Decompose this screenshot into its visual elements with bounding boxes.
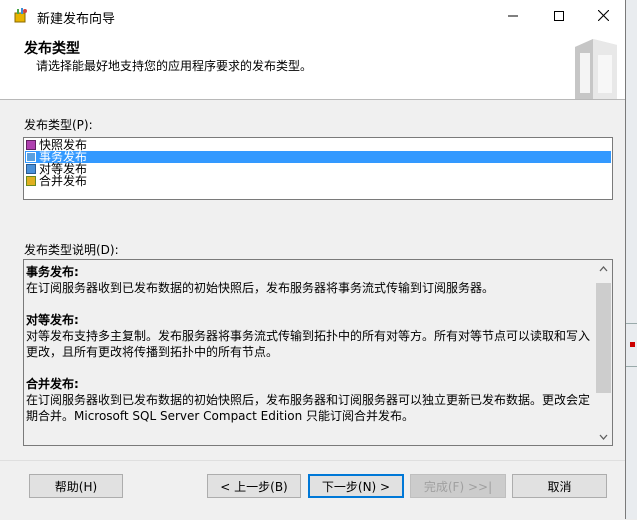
background-divider — [626, 366, 637, 367]
list-item[interactable]: 对等发布 — [25, 163, 611, 175]
publication-type-list[interactable]: 快照发布 事务发布 对等发布 合并发布 — [23, 137, 613, 200]
description-label: 发布类型说明(D): — [24, 243, 119, 257]
finish-button[interactable]: 完成(F) >>| — [410, 474, 506, 498]
peer-to-peer-publication-icon — [26, 164, 36, 174]
new-publication-wizard-window: 新建发布向导 发布类型 请选择能最好地支持您的应用程序要求的发布类型。 发布类型… — [0, 0, 626, 520]
wizard-header: 发布类型 请选择能最好地支持您的应用程序要求的发布类型。 — [0, 31, 625, 100]
maximize-button[interactable] — [536, 0, 582, 31]
help-button[interactable]: 帮助(H) — [29, 474, 123, 498]
wizard-app-icon — [13, 7, 29, 23]
section-title: 事务发布: — [26, 265, 79, 279]
background-divider — [626, 323, 637, 324]
background-window-edge — [626, 0, 637, 519]
description-text: 事务发布: 在订阅服务器收到已发布数据的初始快照后，发布服务器将事务流式传输到订… — [26, 264, 594, 440]
section-text: 在订阅服务器收到已发布数据的初始快照后，发布服务器和订阅服务器可以独立更新已发布… — [26, 393, 591, 423]
list-item-label: 合并发布 — [39, 174, 88, 188]
merge-publication-icon — [26, 176, 36, 186]
window-title: 新建发布向导 — [37, 12, 116, 27]
scroll-down-icon[interactable] — [595, 428, 612, 445]
description-box[interactable]: 事务发布: 在订阅服务器收到已发布数据的初始快照后，发布服务器将事务流式传输到订… — [23, 259, 613, 446]
title-bar[interactable]: 新建发布向导 — [0, 0, 625, 31]
page-subtitle: 请选择能最好地支持您的应用程序要求的发布类型。 — [36, 59, 313, 73]
snapshot-publication-icon — [26, 140, 36, 150]
section-title: 合并发布: — [26, 377, 79, 391]
list-item-selected[interactable]: 事务发布 — [25, 151, 611, 163]
close-button[interactable] — [580, 0, 626, 31]
scroll-thumb[interactable] — [596, 283, 611, 393]
transactional-publication-icon — [26, 152, 36, 162]
minimize-button[interactable] — [490, 0, 536, 31]
page-title: 发布类型 — [24, 41, 80, 57]
next-button[interactable]: 下一步(N) > — [308, 474, 404, 498]
publication-type-label: 发布类型(P): — [24, 118, 93, 132]
scroll-up-icon[interactable] — [595, 260, 612, 277]
list-item[interactable]: 合并发布 — [25, 175, 611, 187]
list-item[interactable]: 快照发布 — [25, 139, 611, 151]
cancel-button[interactable]: 取消 — [512, 474, 607, 498]
background-marker — [630, 342, 635, 347]
wizard-banner-icon — [571, 37, 621, 99]
back-button[interactable]: < 上一步(B) — [207, 474, 301, 498]
vertical-scrollbar[interactable] — [595, 260, 612, 445]
section-text: 在订阅服务器收到已发布数据的初始快照后，发布服务器将事务流式传输到订阅服务器。 — [26, 281, 495, 295]
section-title: 对等发布: — [26, 313, 79, 327]
section-text: 对等发布支持多主复制。发布服务器将事务流式传输到拓扑中的所有对等方。所有对等节点… — [26, 329, 591, 359]
